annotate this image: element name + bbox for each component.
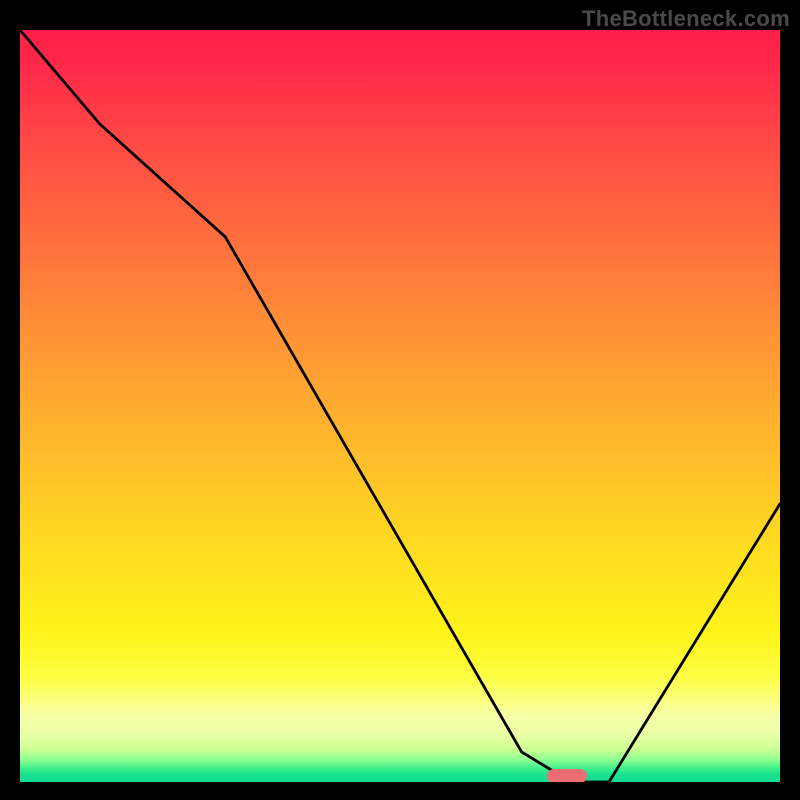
plot-area [20,30,780,782]
line-layer [20,30,780,782]
optimum-marker [547,769,587,782]
chart-container: TheBottleneck.com [0,0,800,800]
bottleneck-curve [20,30,780,782]
watermark-text: TheBottleneck.com [582,6,790,32]
